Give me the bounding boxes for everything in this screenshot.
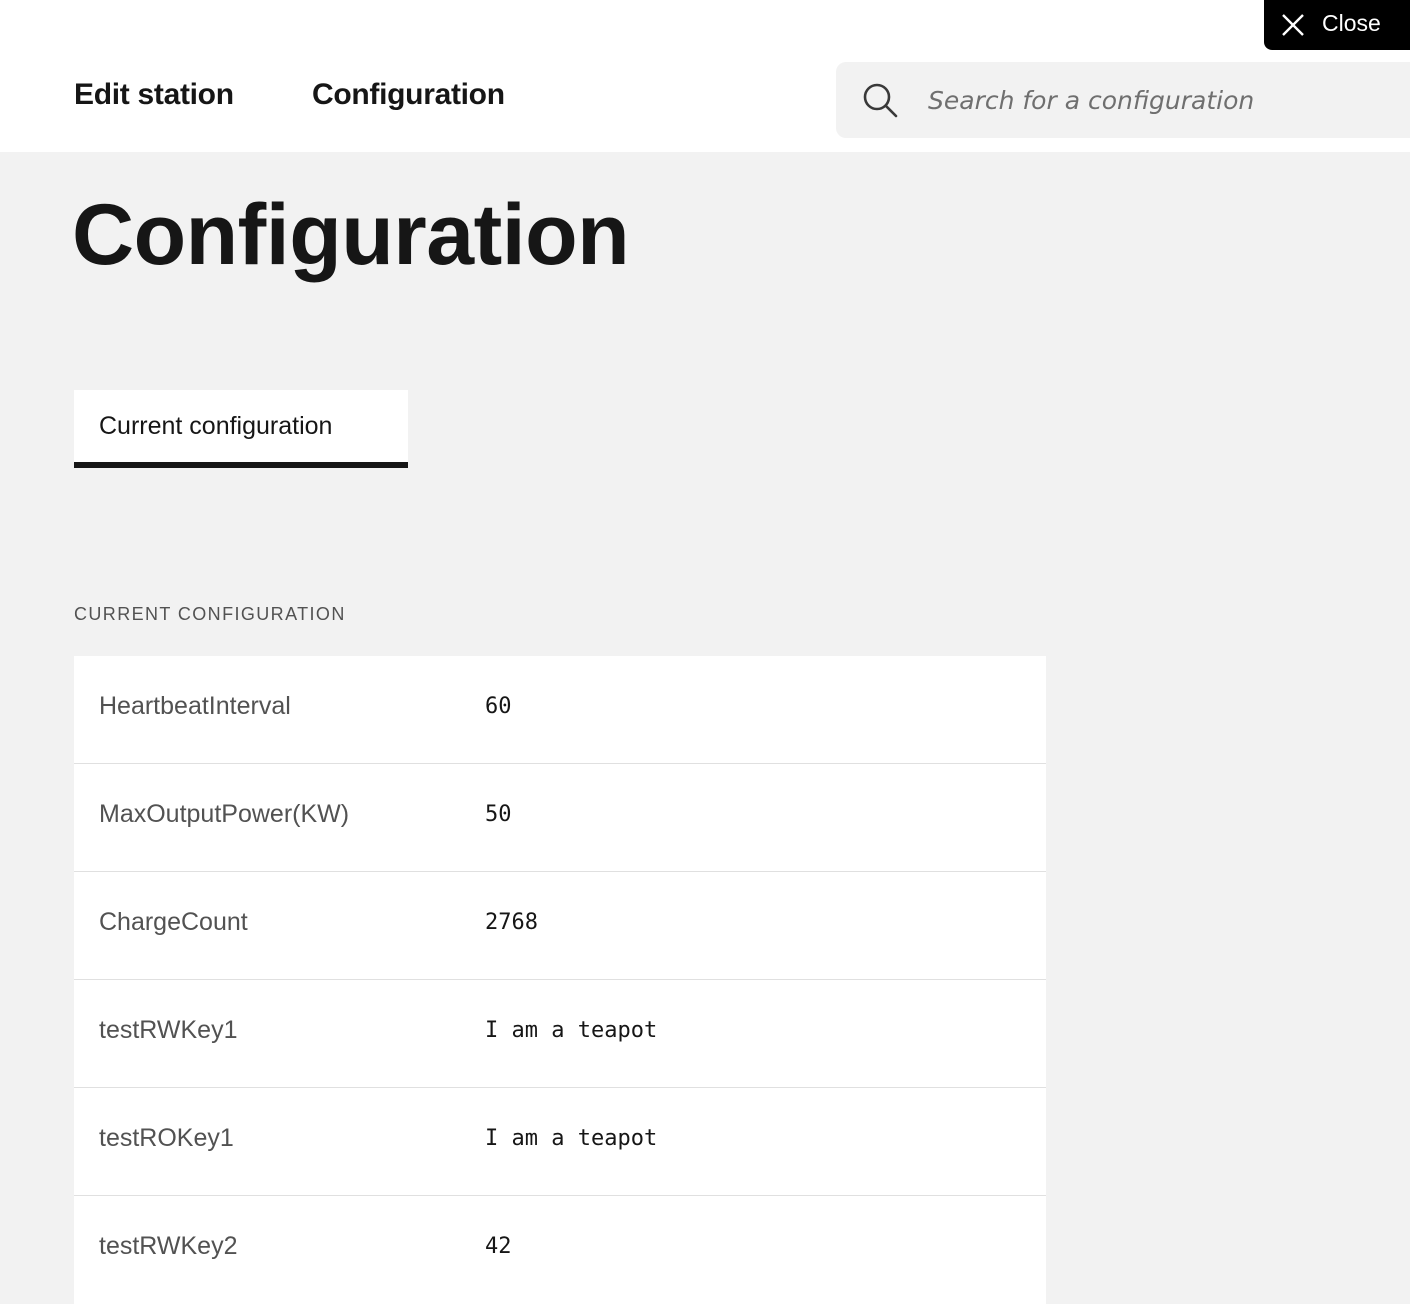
search-bar: [836, 62, 1410, 138]
table-row: MaxOutputPower(KW) 50: [74, 764, 1046, 872]
search-input[interactable]: [928, 62, 1408, 138]
search-icon: [863, 83, 898, 118]
close-button[interactable]: Close: [1264, 0, 1410, 50]
config-key: HeartbeatInterval: [99, 692, 291, 720]
tab-current-configuration[interactable]: Current configuration: [74, 390, 408, 468]
config-value: 2768: [485, 910, 538, 935]
config-value: 60: [485, 694, 512, 719]
tab-label: Current configuration: [99, 412, 333, 440]
config-value: I am a teapot: [485, 1126, 658, 1151]
close-label: Close: [1322, 10, 1381, 36]
table-row: testRWKey2 42: [74, 1196, 1046, 1304]
config-key: testROKey1: [99, 1124, 234, 1152]
section-heading: CURRENT CONFIGURATION: [74, 604, 346, 624]
config-key: testRWKey2: [99, 1232, 238, 1260]
top-bar: Edit station Configuration: [0, 0, 1410, 152]
configuration-table: HeartbeatInterval 60 MaxOutputPower(KW) …: [74, 656, 1046, 1304]
table-row: ChargeCount 2768: [74, 872, 1046, 980]
table-row: testROKey1 I am a teapot: [74, 1088, 1046, 1196]
config-value: 50: [485, 802, 512, 827]
close-icon: [1282, 14, 1304, 36]
config-key: MaxOutputPower(KW): [99, 800, 350, 828]
nav-configuration[interactable]: Configuration: [312, 78, 505, 112]
nav-edit-station[interactable]: Edit station: [74, 78, 234, 112]
page-title: Configuration: [72, 187, 630, 283]
table-row: testRWKey1 I am a teapot: [74, 980, 1046, 1088]
config-key: ChargeCount: [99, 908, 248, 936]
config-value: 42: [485, 1234, 512, 1259]
config-value: I am a teapot: [485, 1018, 658, 1043]
table-row: HeartbeatInterval 60: [74, 656, 1046, 764]
config-key: testRWKey1: [99, 1016, 238, 1044]
